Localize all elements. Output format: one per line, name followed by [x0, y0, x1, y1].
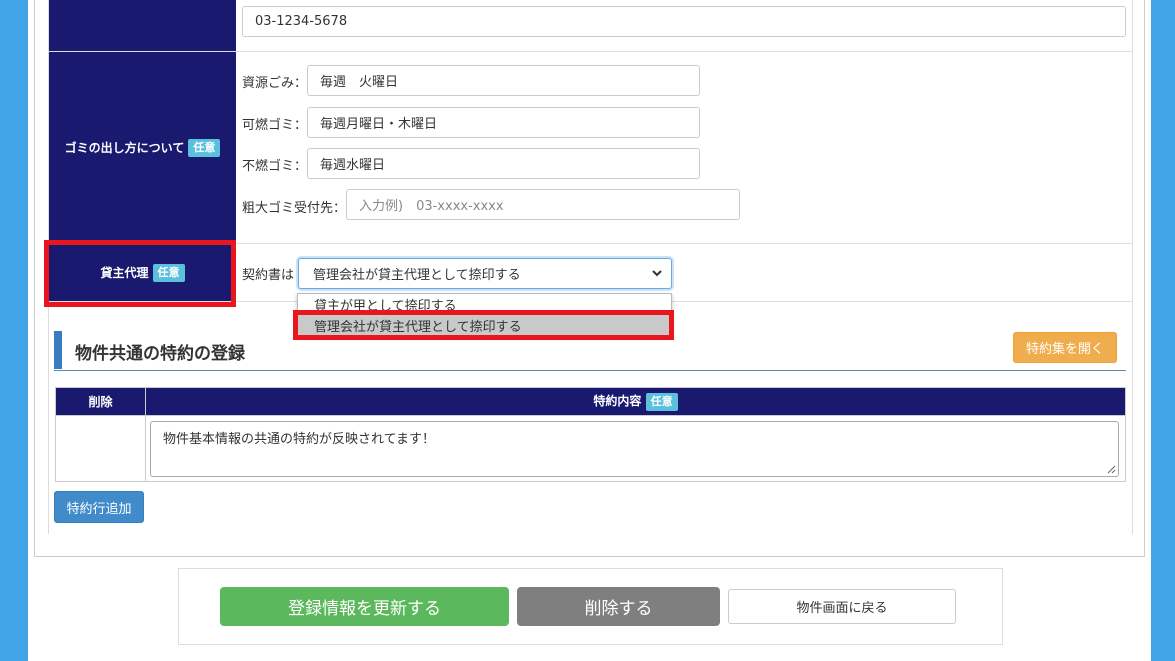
dropdown-option[interactable]: 貸主が甲として捺印する	[298, 294, 671, 314]
section-accent-bar	[54, 331, 62, 369]
bulky-label: 粗大ゴミ受付先：	[242, 201, 347, 216]
contact-row-value: 03-1234-5678	[236, 0, 1132, 51]
resize-grip-icon[interactable]	[1107, 465, 1116, 474]
delete-button[interactable]: 削除する	[517, 587, 720, 626]
optional-badge: 任意	[188, 138, 221, 157]
landlord-select-value: 管理会社が貸主代理として捺印する	[313, 268, 521, 283]
update-button[interactable]: 登録情報を更新する	[220, 587, 509, 626]
optional-badge: 任意	[645, 393, 678, 411]
section-title: 物件共通の特約の登録	[75, 344, 245, 364]
garbage-label-text: ゴミの出し方について	[64, 141, 185, 155]
textarea-value: 物件基本情報の共通の特約が反映されてます！	[163, 432, 435, 447]
special-terms-header: 物件共通の特約の登録	[54, 331, 1126, 371]
recyclable-label: 資源ごみ：	[242, 76, 308, 91]
burnable-input[interactable]: 毎週月曜日・木曜日	[307, 107, 700, 138]
landlord-row-label: 貸主代理 任意	[49, 244, 236, 301]
burnable-label: 可燃ゴミ：	[242, 118, 308, 133]
delete-cell	[55, 415, 146, 482]
recyclable-input[interactable]: 毎週 火曜日	[307, 65, 700, 96]
add-term-row-button[interactable]: 特約行追加	[54, 491, 144, 523]
back-button[interactable]: 物件画面に戻る	[728, 589, 956, 624]
open-special-terms-button[interactable]: 特約集を開く	[1013, 332, 1117, 363]
col-delete-header: 削除	[55, 387, 146, 416]
garbage-row: ゴミの出し方について 任意 資源ごみ： 毎週 火曜日 可燃ゴミ： 毎週月曜日・木…	[49, 52, 1132, 244]
contact-row: 03-1234-5678	[49, 0, 1132, 52]
optional-badge: 任意	[152, 263, 185, 282]
nonburnable-input[interactable]: 毎週水曜日	[307, 148, 700, 179]
phone-input[interactable]: 03-1234-5678	[242, 6, 1126, 37]
landlord-label-text: 貸主代理	[100, 266, 149, 280]
special-terms-textarea[interactable]: 物件基本情報の共通の特約が反映されてます！	[150, 421, 1119, 477]
contract-label: 契約書は	[242, 268, 295, 283]
nonburnable-label: 不燃ゴミ：	[242, 159, 308, 174]
contact-row-label	[49, 0, 236, 51]
landlord-dropdown: 貸主が甲として捺印する 管理会社が貸主代理として捺印する	[297, 293, 672, 336]
chevron-down-icon	[652, 270, 662, 277]
garbage-row-label: ゴミの出し方について 任意	[49, 52, 236, 243]
landlord-select[interactable]: 管理会社が貸主代理として捺印する	[298, 258, 672, 289]
col-content-header: 特約内容 任意	[145, 387, 1126, 416]
garbage-row-value: 資源ごみ： 毎週 火曜日 可燃ゴミ： 毎週月曜日・木曜日 不燃ゴミ： 毎週水曜日…	[236, 52, 1132, 243]
col-content-label: 特約内容	[593, 394, 642, 408]
bulky-input[interactable]: 入力例) 03-xxxx-xxxx	[346, 189, 740, 220]
